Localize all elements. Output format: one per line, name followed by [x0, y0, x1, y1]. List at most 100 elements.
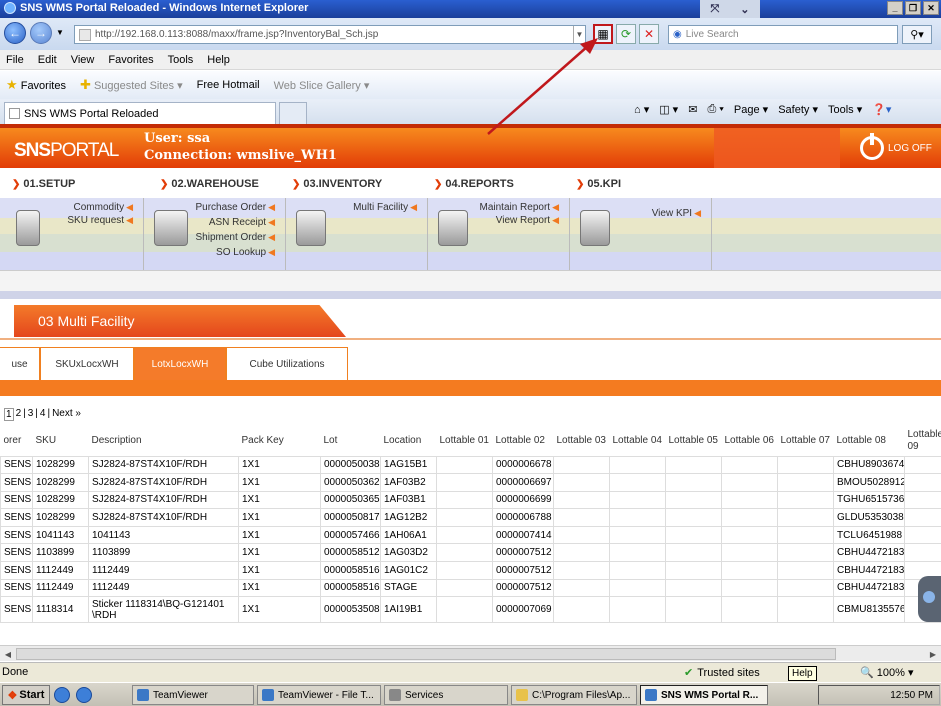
- column-header[interactable]: Lot: [320, 426, 381, 456]
- minimize-button[interactable]: _: [887, 1, 903, 15]
- maximize-button[interactable]: ❐: [905, 1, 921, 15]
- home-icon[interactable]: ⌂ ▾: [634, 103, 649, 116]
- browser-tab[interactable]: SNS WMS Portal Reloaded: [4, 102, 276, 124]
- page-link[interactable]: 2: [16, 408, 22, 421]
- feeds-icon[interactable]: ◫ ▾: [659, 103, 678, 116]
- zoom-level[interactable]: 🔍 100% ▾: [860, 666, 913, 679]
- fav-free-hotmail[interactable]: Free Hotmail: [197, 79, 260, 91]
- column-header[interactable]: SKU: [32, 426, 89, 456]
- column-header[interactable]: orer: [0, 426, 33, 456]
- page-link[interactable]: 3: [28, 408, 34, 421]
- page-link[interactable]: 4: [40, 408, 46, 421]
- column-header[interactable]: Lottable 05: [665, 426, 722, 456]
- close-button[interactable]: ✕: [923, 1, 939, 15]
- address-dropdown-icon[interactable]: ▼: [573, 26, 585, 43]
- tab-house[interactable]: use: [0, 347, 40, 380]
- cmd-safety[interactable]: Safety ▾: [778, 103, 818, 116]
- help-icon[interactable]: ❓▾: [872, 103, 891, 116]
- table-row[interactable]: SENSE111244911124491X100000585161AG01C20…: [0, 561, 941, 580]
- menu-edit[interactable]: Edit: [38, 54, 57, 66]
- history-dropdown-icon[interactable]: ▼: [56, 28, 64, 37]
- resize-icon[interactable]: ⤧: [710, 3, 719, 16]
- new-tab-button[interactable]: [279, 102, 307, 124]
- menu-item-view-kpi[interactable]: View KPI ◀: [652, 208, 701, 219]
- ie-quicklaunch-icon[interactable]: [54, 687, 70, 703]
- task-services[interactable]: Services: [384, 685, 508, 705]
- task-program-files[interactable]: C:\Program Files\Ap...: [511, 685, 637, 705]
- tab-lotxlocxwh[interactable]: LotxLocxWH: [134, 347, 226, 380]
- scroll-left-icon[interactable]: ◀: [1, 647, 15, 661]
- column-header[interactable]: Description: [88, 426, 239, 456]
- menu-file[interactable]: File: [6, 54, 24, 66]
- scroll-right-icon[interactable]: ▶: [926, 647, 940, 661]
- side-widget[interactable]: [918, 576, 941, 622]
- favorites-button[interactable]: ★ Favorites: [6, 77, 66, 93]
- task-sns-portal[interactable]: SNS WMS Portal R...: [640, 685, 768, 705]
- print-icon[interactable]: ⎙ ▾: [707, 103, 723, 116]
- fav-suggested-sites[interactable]: ✚ Suggested Sites ▾: [80, 77, 183, 93]
- mail-icon[interactable]: ✉: [688, 103, 697, 116]
- module-setup-title[interactable]: ❯ 01.SETUP: [12, 178, 75, 190]
- menu-favorites[interactable]: Favorites: [108, 54, 153, 66]
- menu-item-sku-request[interactable]: SKU request ◀: [67, 215, 133, 226]
- menu-item-commodity[interactable]: Commodity ◀: [74, 202, 134, 213]
- cmd-tools[interactable]: Tools ▾: [828, 103, 862, 116]
- module-inventory-title[interactable]: ❯ 03.INVENTORY: [292, 178, 382, 190]
- back-button[interactable]: ←: [4, 22, 26, 44]
- menu-view[interactable]: View: [71, 54, 95, 66]
- menu-item-multi-facility[interactable]: Multi Facility ◀: [353, 202, 417, 213]
- table-row[interactable]: SENSE1028299SJ2824-87ST4X10F/RDH1X100000…: [0, 455, 941, 475]
- column-header[interactable]: Lottable 03: [553, 426, 610, 456]
- menu-item-view-report[interactable]: View Report ◀: [496, 215, 559, 226]
- desktop-quicklaunch-icon[interactable]: [76, 687, 92, 703]
- table-row[interactable]: SENSE1028299SJ2824-87ST4X10F/RDH1X100000…: [0, 473, 941, 492]
- column-header[interactable]: Lottable 09: [904, 426, 941, 456]
- tab-skuxlocxwh[interactable]: SKUxLocxWH: [40, 347, 134, 380]
- task-teamviewer[interactable]: TeamViewer: [132, 685, 254, 705]
- stop-button[interactable]: ✕: [639, 24, 659, 44]
- compatibility-view-button[interactable]: ▦: [593, 24, 613, 44]
- column-header[interactable]: Lottable 08: [833, 426, 905, 456]
- menu-item-so-lookup[interactable]: SO Lookup ◀: [216, 247, 275, 258]
- fav-web-slice-gallery[interactable]: Web Slice Gallery ▾: [274, 79, 370, 92]
- column-header[interactable]: Lottable 06: [721, 426, 778, 456]
- start-button[interactable]: ❖ Start: [2, 685, 50, 705]
- column-header[interactable]: Lottable 07: [777, 426, 834, 456]
- column-header[interactable]: Lottable 02: [492, 426, 554, 456]
- table-row[interactable]: SENSE104114310411431X100000574661AH06A10…: [0, 525, 941, 545]
- forward-button[interactable]: →: [30, 22, 52, 44]
- table-row[interactable]: SENSE111244911124491X10000058516STAGE000…: [0, 578, 941, 598]
- column-header[interactable]: Lottable 04: [609, 426, 666, 456]
- chevron-down-icon[interactable]: ⌄: [740, 3, 749, 16]
- next-page-link[interactable]: Next »: [52, 408, 81, 421]
- search-input[interactable]: ◉ Live Search: [668, 25, 898, 44]
- table-row[interactable]: SENSE1028299SJ2824-87ST4X10F/RDH1X100000…: [0, 490, 941, 510]
- scroll-thumb[interactable]: [16, 648, 836, 660]
- module-kpi-title[interactable]: ❯ 05.KPI: [576, 178, 621, 190]
- menu-item-maintain-report[interactable]: Maintain Report ◀: [479, 202, 559, 213]
- table-row[interactable]: SENSE110389911038991X100000585121AG03D20…: [0, 543, 941, 563]
- menu-tools[interactable]: Tools: [168, 54, 194, 66]
- horizontal-scrollbar[interactable]: ◀ ▶: [0, 645, 941, 661]
- task-teamviewer-file[interactable]: TeamViewer - File T...: [257, 685, 381, 705]
- table-row[interactable]: SENSE1118314Sticker 1118314\BQ-G121401 \…: [0, 596, 941, 624]
- tab-cube-utilizations[interactable]: Cube Utilizations: [226, 347, 348, 380]
- module-warehouse-title[interactable]: ❯ 02.WAREHOUSE: [160, 178, 259, 190]
- search-button[interactable]: ⚲ ▾: [902, 25, 932, 44]
- menu-item-asn-receipt[interactable]: ASN Receipt ◀: [209, 217, 275, 228]
- module-reports-title[interactable]: ❯ 04.REPORTS: [434, 178, 514, 190]
- security-zone[interactable]: ✔ Trusted sites: [684, 666, 760, 680]
- refresh-button[interactable]: ⟳: [616, 24, 636, 44]
- logoff-button[interactable]: LOG OFF: [860, 133, 932, 160]
- cmd-page[interactable]: Page ▾: [734, 103, 768, 116]
- menu-help[interactable]: Help: [207, 54, 230, 66]
- menu-item-shipment-order[interactable]: Shipment Order ◀: [195, 232, 275, 243]
- column-header[interactable]: Location: [380, 426, 437, 456]
- menu-item-purchase-order[interactable]: Purchase Order ◀: [195, 202, 275, 213]
- column-header[interactable]: Lottable 01: [436, 426, 493, 456]
- table-row[interactable]: SENSE1028299SJ2824-87ST4X10F/RDH1X100000…: [0, 508, 941, 527]
- column-header[interactable]: Pack Key: [238, 426, 321, 456]
- snap-controls[interactable]: ⤧ ⌄: [700, 0, 760, 18]
- page-link-current[interactable]: 1: [4, 408, 14, 421]
- address-field[interactable]: http://192.168.0.113:8088/maxx/frame.jsp…: [74, 25, 586, 44]
